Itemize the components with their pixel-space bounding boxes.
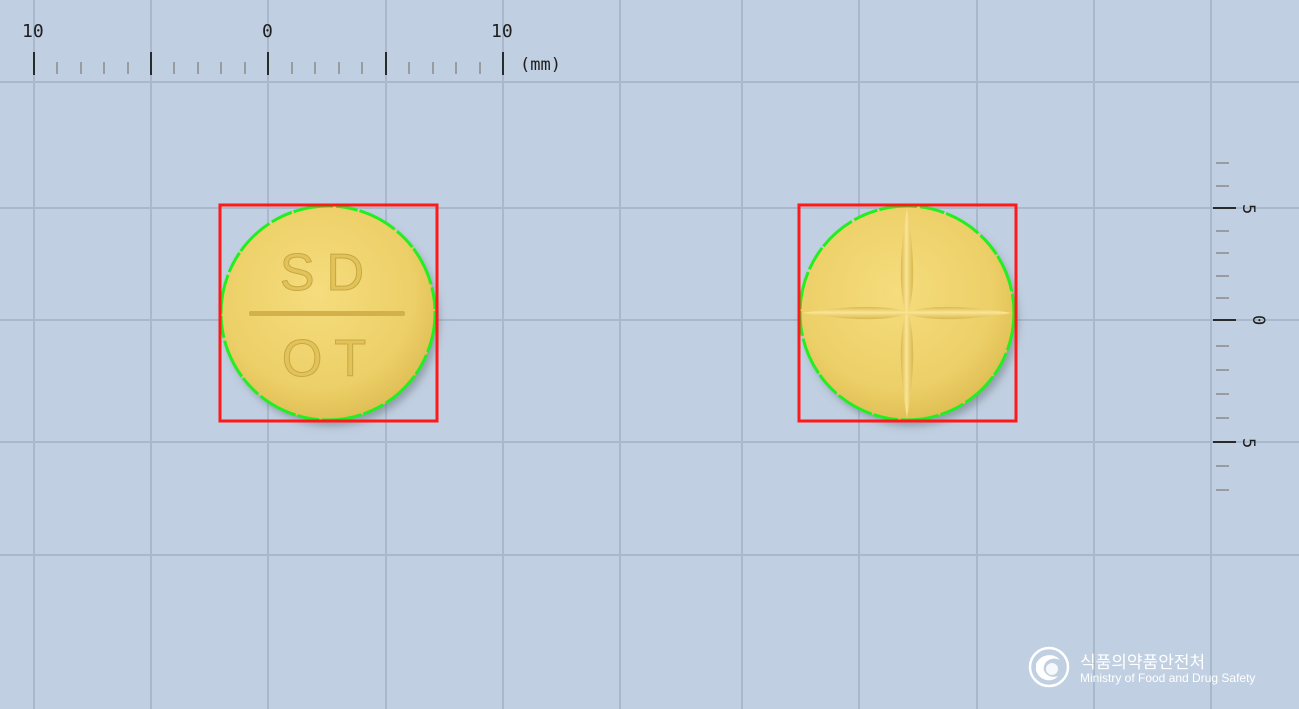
ruler-right-label-top: 5 bbox=[1238, 204, 1258, 214]
ruler-unit-label: (mm) bbox=[520, 55, 561, 75]
watermark-korean-text: 식품의약품안전처 bbox=[1080, 653, 1206, 673]
tablet-front: SD OT bbox=[218, 203, 439, 423]
pill-image-canvas: 10 0 10 (mm) 5 0 5 SD OT 식품의약품안전처 Minist… bbox=[0, 0, 1299, 709]
ruler-top-label-zero: 0 bbox=[262, 21, 273, 42]
tablet-front-score-line bbox=[249, 311, 405, 316]
horizontal-ruler bbox=[33, 52, 504, 75]
tablet-back bbox=[797, 203, 1018, 423]
pill-identification-view: 10 0 10 (mm) 5 0 5 SD OT bbox=[0, 0, 1299, 709]
tablet-front-imprint-top: SD bbox=[280, 244, 376, 302]
ministry-logo-icon bbox=[1028, 646, 1070, 688]
ruler-right-label-zero: 0 bbox=[1248, 315, 1268, 325]
ruler-top-label-right: 10 bbox=[491, 21, 513, 42]
background-grid bbox=[0, 0, 1299, 709]
ruler-right-label-bottom: 5 bbox=[1238, 438, 1258, 448]
tablet-front-imprint-bottom: OT bbox=[282, 330, 378, 388]
vertical-ruler bbox=[1213, 162, 1236, 491]
ruler-top-label-left: 10 bbox=[22, 21, 44, 42]
watermark-english-text: Ministry of Food and Drug Safety bbox=[1080, 671, 1256, 685]
ministry-watermark: 식품의약품안전처 Ministry of Food and Drug Safet… bbox=[1028, 646, 1278, 692]
